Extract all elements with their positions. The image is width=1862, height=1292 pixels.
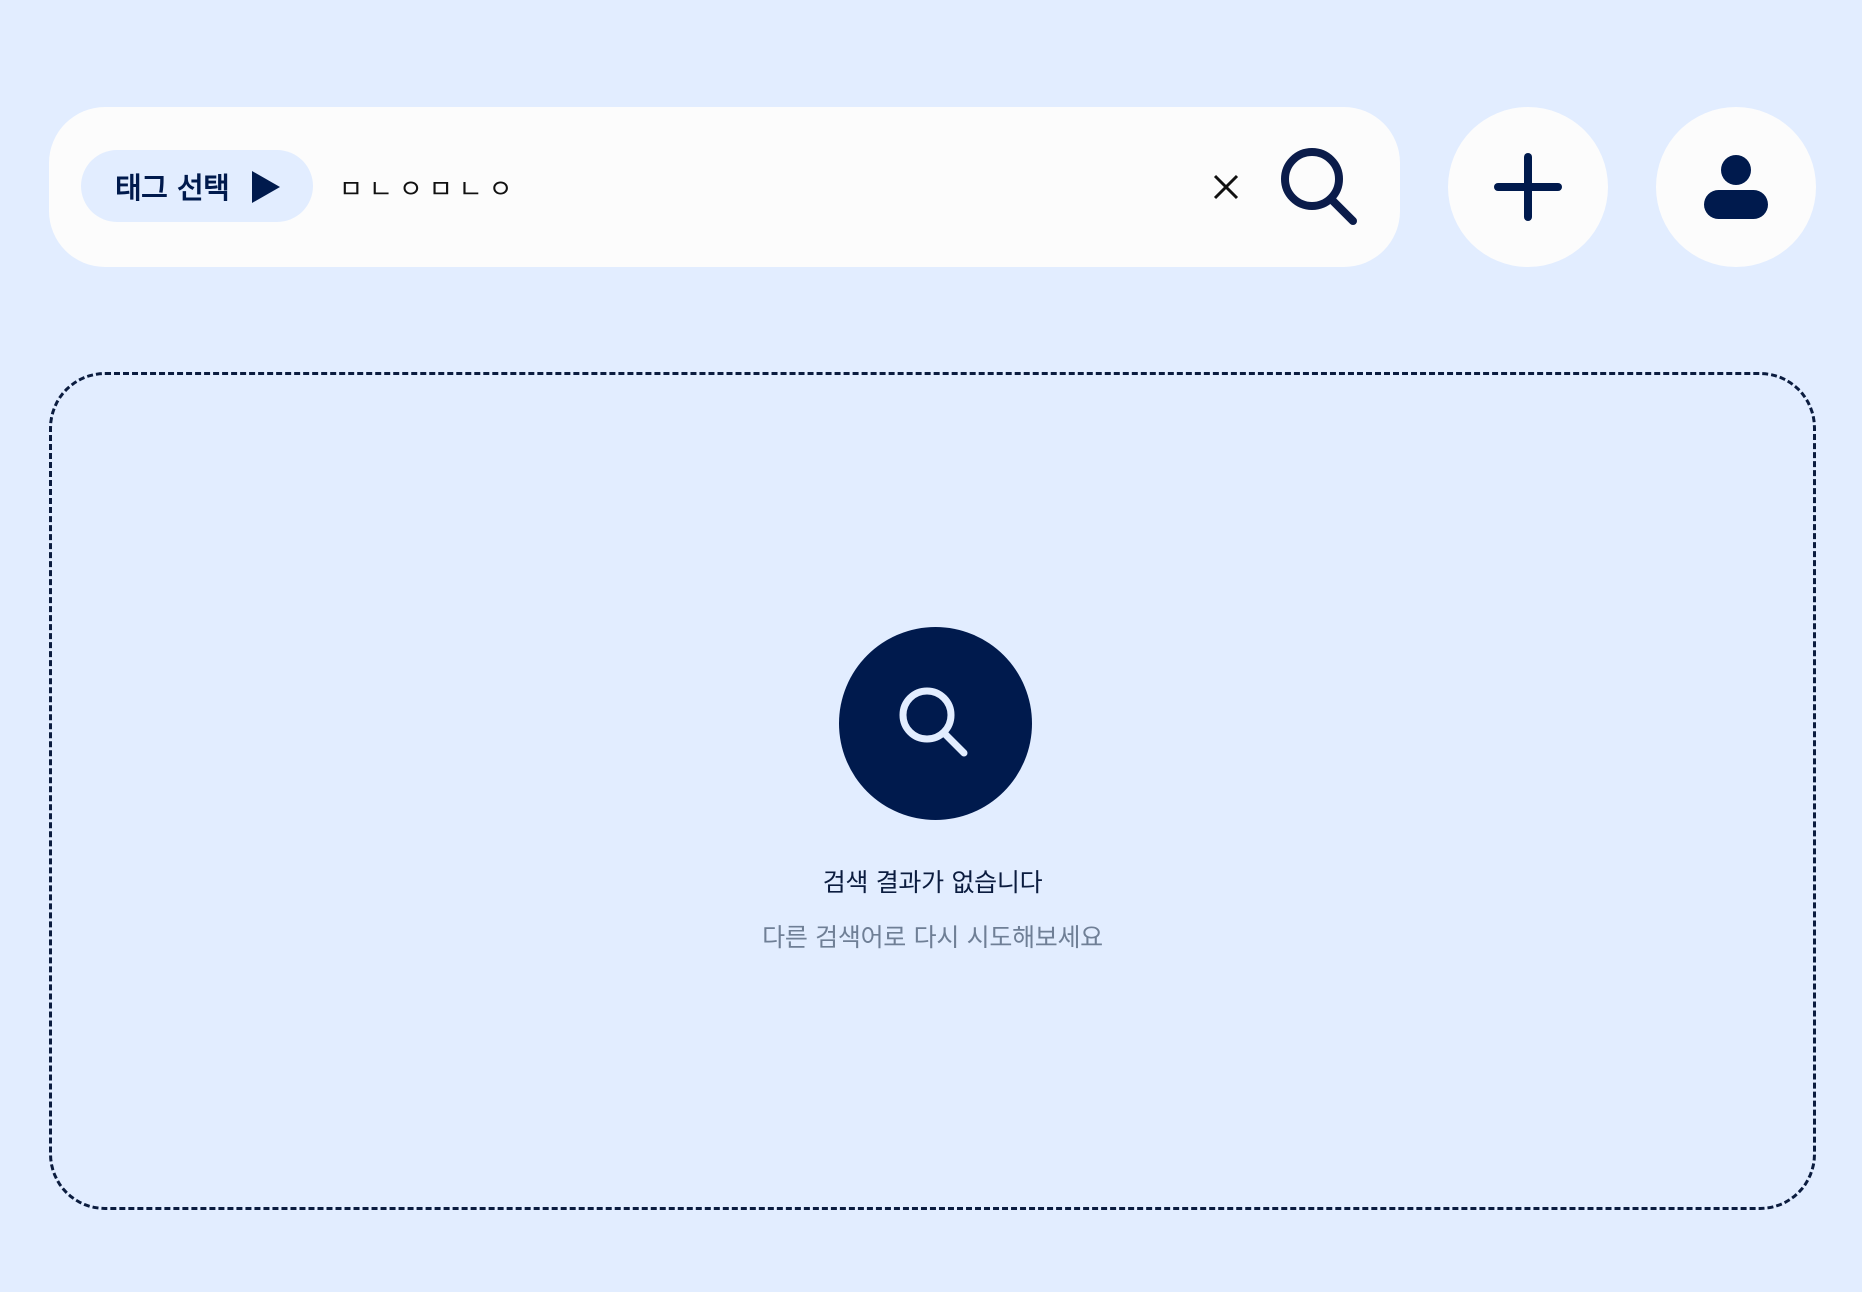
profile-button[interactable]	[1656, 107, 1816, 267]
close-icon	[1213, 174, 1239, 200]
search-input[interactable]	[339, 147, 1209, 227]
search-icon	[1281, 148, 1357, 225]
empty-state-subtitle: 다른 검색어로 다시 시도해보세요	[762, 923, 1103, 952]
play-arrow-icon	[252, 171, 280, 203]
tag-select-label: 태그 선택	[115, 171, 230, 205]
search-button[interactable]	[1273, 140, 1369, 236]
tag-select-button[interactable]: 태그 선택	[81, 150, 313, 222]
plus-icon	[1494, 153, 1562, 221]
search-icon	[899, 687, 967, 756]
results-panel: 검색 결과가 없습니다 다른 검색어로 다시 시도해보세요	[49, 372, 1816, 1210]
search-bar: 태그 선택	[49, 107, 1400, 267]
empty-state-title: 검색 결과가 없습니다	[822, 868, 1043, 897]
user-icon	[1704, 155, 1768, 219]
empty-state-icon	[839, 627, 1032, 820]
clear-search-button[interactable]	[1201, 162, 1251, 212]
add-button[interactable]	[1448, 107, 1608, 267]
